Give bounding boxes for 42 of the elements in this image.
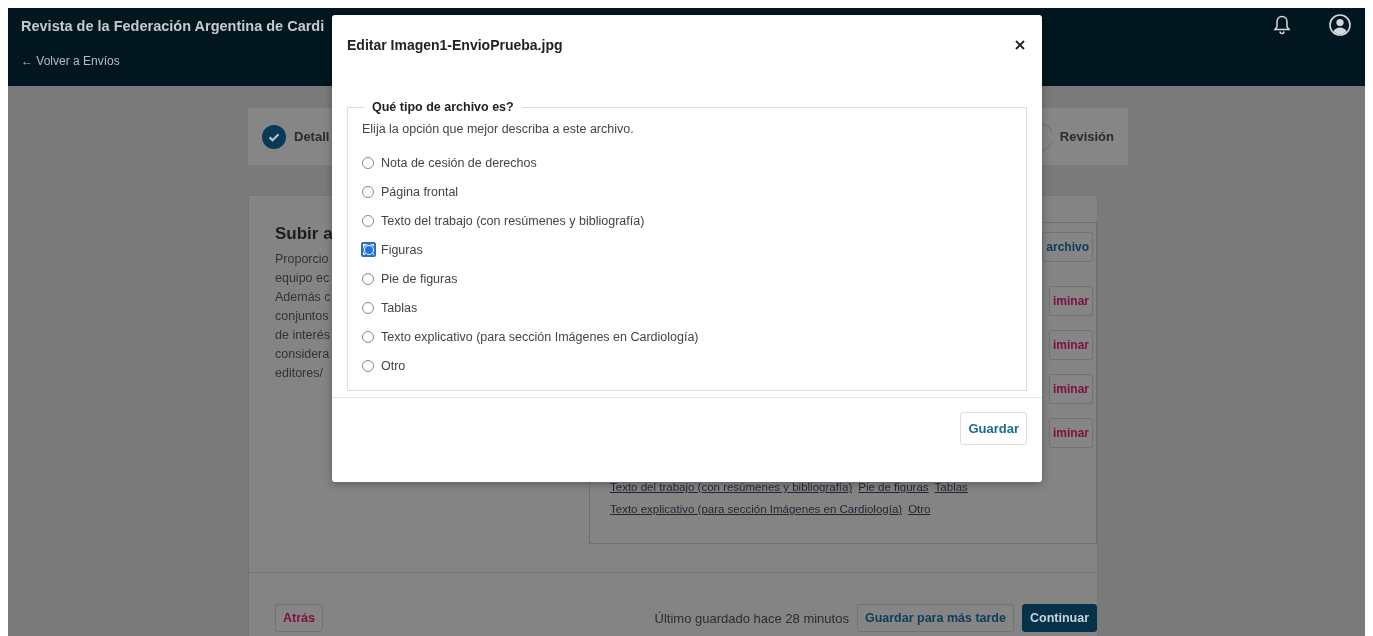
file-type-link[interactable]: Otro	[908, 503, 931, 515]
radio-option-label[interactable]: Figuras	[381, 242, 423, 257]
delete-button[interactable]: iminar	[1049, 418, 1093, 448]
upload-file-button[interactable]: archivo	[1042, 232, 1093, 262]
continue-button[interactable]: Continuar	[1021, 604, 1097, 632]
file-type-link[interactable]: Texto del trabajo (con resúmenes y bibliografía)	[610, 481, 853, 493]
last-saved-text: Último guardado hace 28 minutos	[654, 610, 849, 626]
description-text: conjuntos	[275, 308, 329, 325]
save-button[interactable]: Guardar	[960, 412, 1027, 445]
delete-button[interactable]: iminar	[1049, 286, 1093, 316]
fieldset-legend: Qué tipo de archivo es?	[364, 100, 522, 114]
description-text: de interés	[275, 327, 330, 344]
delete-button[interactable]: iminar	[1049, 330, 1093, 360]
description-text: considera	[275, 346, 330, 363]
step-label[interactable]: Revisión	[1059, 129, 1114, 144]
file-type-link[interactable]: Texto explicativo (para sección Imágenes en Cardiología)	[610, 503, 903, 515]
save-later-button[interactable]: Guardar para más tarde	[856, 604, 1014, 632]
description-text: Además c	[275, 289, 331, 306]
step-label[interactable]: Detall	[294, 129, 330, 144]
dialog-title: Editar Imagen1-EnvioPrueba.jpg	[347, 37, 563, 53]
close-icon[interactable]	[1015, 40, 1025, 50]
radio-option-label[interactable]: Pie de figuras	[381, 271, 458, 286]
back-to-submissions-link[interactable]: ← Volver a Envíos	[21, 54, 325, 68]
file-type-link[interactable]: Pie de figuras	[858, 481, 929, 493]
radio-option-label[interactable]: Nota de cesión de derechos	[381, 155, 537, 170]
back-button[interactable]: Atrás	[275, 604, 323, 632]
radio-option-label[interactable]: Otro	[381, 358, 406, 373]
radio-option-label[interactable]: Texto explicativo (para sección Imágenes en Cardiología)	[381, 329, 699, 344]
file-type-link[interactable]: Tablas	[934, 481, 968, 493]
instruction-text: Elija la opción que mejor describa a este archivo.	[362, 122, 635, 136]
radio-option-label[interactable]: Tablas	[381, 300, 418, 315]
delete-button[interactable]: iminar	[1049, 374, 1093, 404]
radio-option-label[interactable]: Página frontal	[381, 184, 459, 199]
radio-option-label[interactable]: Texto del trabajo (con resúmenes y bibliografía)	[381, 213, 645, 228]
description-text: Proporcio	[275, 251, 329, 268]
journal-title: Revista de la Federación Argentina de Cardi	[21, 18, 325, 34]
radio-button[interactable]	[361, 242, 376, 257]
description-text: equipo ec	[275, 270, 330, 287]
user-avatar-icon[interactable]	[1329, 14, 1351, 36]
description-text: editores/	[275, 365, 323, 382]
notification-bell-icon[interactable]	[1273, 15, 1291, 35]
section-title: Subir a	[275, 224, 333, 244]
